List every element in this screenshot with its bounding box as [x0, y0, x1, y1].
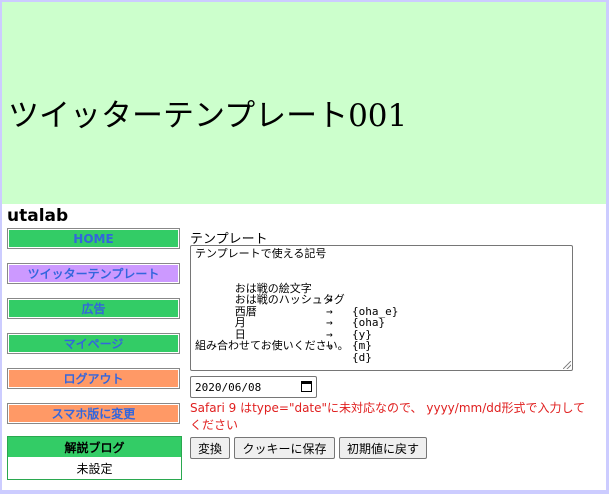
convert-button[interactable]: 変換: [190, 437, 230, 459]
blog-value: 未設定: [76, 461, 113, 476]
template-symbol-row: おは戦のハッシュタグ → {oha}: [195, 283, 568, 328]
template-footer: 組み合わせてお使いください。: [195, 339, 349, 352]
nav-home-button[interactable]: HOME: [7, 228, 180, 249]
nav-ads-button[interactable]: 広告: [7, 298, 180, 319]
template-symbol-row: 日 → {d}: [195, 317, 568, 362]
date-value: 2020/06/08: [195, 380, 262, 394]
blog-box: 解説ブログ 未設定: [7, 436, 182, 480]
nav-logout-button[interactable]: ログアウト: [7, 368, 180, 389]
template-symbol-row: 月 → {m}: [195, 306, 568, 351]
safari-note: Safari 9 はtype="date"に未対応なので、 yyyy/mm/dd…: [190, 401, 586, 432]
template-symbol-row: おは戦の絵文字 → {oha_e}: [195, 271, 568, 316]
template-textarea[interactable]: テンプレートで使える記号 おは戦の絵文字 → {oha_e} おは戦のハッシュタ…: [190, 245, 573, 371]
nav-item-label: ログアウト: [63, 372, 124, 386]
header-banner: ツイッターテンプレート001: [2, 2, 606, 204]
button-label: 初期値に戻す: [346, 441, 419, 456]
nav-item-label: 広告: [81, 302, 106, 316]
button-label: 変換: [197, 441, 222, 456]
nav-item-label: HOME: [73, 231, 114, 246]
page-title: ツイッターテンプレート001: [8, 98, 408, 134]
calendar-icon[interactable]: [301, 381, 312, 392]
button-label: クッキーに保存: [242, 441, 327, 456]
symbol-code: {d}: [352, 350, 372, 364]
nav-item-label: スマホ版に変更: [51, 407, 136, 421]
page: ツイッターテンプレート001 utalab HOME ツイッターテンプレート 広…: [2, 2, 606, 490]
resize-grip-icon[interactable]: [563, 361, 571, 369]
nav-mypage-button[interactable]: マイページ: [7, 333, 180, 354]
nav-item-label: ツイッターテンプレート: [27, 267, 160, 281]
date-input[interactable]: 2020/06/08: [190, 376, 317, 398]
nav-mobile-version-button[interactable]: スマホ版に変更: [7, 403, 180, 424]
save-cookie-button[interactable]: クッキーに保存: [234, 437, 335, 459]
nav-item-label: マイページ: [63, 337, 124, 351]
reset-button[interactable]: 初期値に戻す: [339, 437, 427, 459]
nav-twitter-template-button[interactable]: ツイッターテンプレート: [7, 263, 180, 284]
site-name: utalab: [7, 206, 69, 226]
template-symbol-row: 西暦 → {y}: [195, 294, 568, 339]
blog-heading: 解説ブログ: [8, 437, 181, 457]
template-intro: テンプレートで使える記号: [195, 247, 327, 260]
